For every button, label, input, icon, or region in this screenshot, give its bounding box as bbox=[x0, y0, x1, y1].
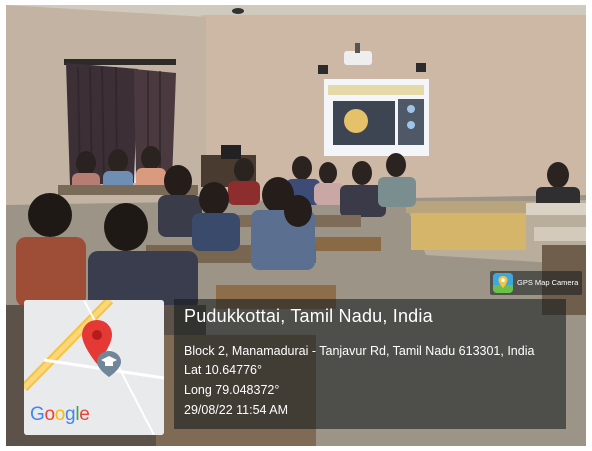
google-logo-letter: o bbox=[54, 404, 66, 425]
projection-header bbox=[328, 85, 424, 95]
google-logo-letter: o bbox=[44, 404, 55, 425]
google-logo-letter: g bbox=[65, 404, 76, 425]
projection-sun bbox=[344, 109, 368, 133]
map-thumbnail: Google bbox=[24, 300, 164, 435]
stage-platform-top bbox=[406, 201, 531, 213]
graduation-cap-icon bbox=[97, 351, 121, 377]
left-speaker bbox=[318, 65, 328, 74]
gps-map-camera-icon bbox=[493, 273, 513, 293]
google-logo: Google bbox=[30, 404, 90, 426]
location-title: Pudukkottai, Tamil Nadu, India bbox=[184, 306, 433, 326]
photo-frame: GPS Map Camera Pudukkottai, Tamil Nadu, … bbox=[6, 5, 586, 446]
stage-platform bbox=[411, 210, 526, 250]
right-speaker bbox=[416, 63, 426, 72]
projector-mount bbox=[355, 43, 360, 53]
projector bbox=[344, 51, 372, 65]
gps-map-camera-badge: GPS Map Camera bbox=[490, 271, 582, 295]
badge-label: GPS Map Camera bbox=[517, 278, 579, 287]
google-logo-letter: G bbox=[30, 404, 45, 425]
google-logo-letter: e bbox=[79, 404, 90, 425]
ceiling-light bbox=[232, 8, 244, 14]
longitude-line: Long 79.048372° bbox=[184, 383, 280, 397]
address-line: Block 2, Manamadurai - Tanjavur Rd, Tami… bbox=[184, 344, 535, 358]
latitude-line: Lat 10.64776° bbox=[184, 363, 262, 377]
curtain-rod bbox=[64, 59, 176, 65]
datetime-line: 29/08/22 11:54 AM bbox=[184, 403, 289, 417]
